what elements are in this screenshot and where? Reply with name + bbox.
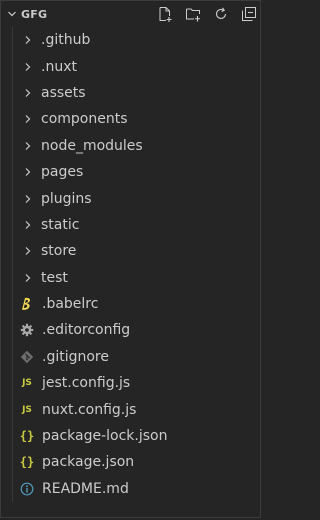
folder-label: plugins xyxy=(41,190,92,207)
chevron-right-icon xyxy=(25,36,31,45)
folder-label: pages xyxy=(41,164,84,181)
file-item-babelrc[interactable]: .babelrc xyxy=(1,290,264,318)
explorer-title: GFG xyxy=(21,7,48,21)
folder-item-assets[interactable]: assets xyxy=(1,79,264,107)
info-icon xyxy=(19,481,35,497)
refresh-icon[interactable] xyxy=(210,3,232,25)
new-file-icon[interactable] xyxy=(154,3,176,25)
chevron-right-icon xyxy=(25,115,31,124)
file-item-jest-config[interactable]: JS jest.config.js xyxy=(1,370,264,397)
git-icon xyxy=(19,349,35,365)
js-icon: JS xyxy=(22,404,32,415)
folder-label: test xyxy=(41,269,68,286)
chevron-right-icon xyxy=(25,89,31,97)
json-icon: {} xyxy=(19,429,35,444)
file-label: .gitignore xyxy=(42,348,109,365)
folder-label: assets xyxy=(41,84,86,101)
chevron-right-icon xyxy=(25,273,31,282)
chevron-right-icon xyxy=(25,194,31,203)
file-label: package-lock.json xyxy=(42,428,168,445)
explorer-panel: GFG .github .nuxt assets components node… xyxy=(0,0,261,518)
file-tree: .github .nuxt assets components node_mod… xyxy=(1,27,264,503)
folder-label: .github xyxy=(41,32,91,49)
file-item-gitignore[interactable]: .gitignore xyxy=(1,343,264,371)
js-icon: JS xyxy=(22,378,32,389)
folder-item-components[interactable]: components xyxy=(1,106,264,133)
file-label: package.json xyxy=(42,454,135,471)
file-item-editorconfig[interactable]: .editorconfig xyxy=(1,317,264,344)
chevron-down-icon[interactable] xyxy=(7,9,17,19)
folder-item-plugins[interactable]: plugins xyxy=(1,185,264,212)
file-label: README.md xyxy=(42,480,129,497)
folder-label: node_modules xyxy=(41,137,143,154)
folder-label: static xyxy=(41,216,80,233)
folder-item-test[interactable]: test xyxy=(1,264,264,291)
folder-label: components xyxy=(41,111,128,128)
chevron-right-icon xyxy=(25,220,31,229)
chevron-right-icon xyxy=(25,247,31,256)
file-item-package-lock[interactable]: {} package-lock.json xyxy=(1,422,264,450)
json-icon: {} xyxy=(19,455,35,470)
chevron-right-icon xyxy=(25,141,31,150)
chevron-right-icon xyxy=(25,168,31,177)
gear-icon xyxy=(19,322,35,338)
file-label: jest.config.js xyxy=(42,375,131,392)
chevron-right-icon xyxy=(25,62,31,71)
folder-item-node-modules[interactable]: node_modules xyxy=(1,132,264,159)
file-label: .babelrc xyxy=(42,296,99,313)
file-label: .editorconfig xyxy=(42,322,131,339)
folder-label: .nuxt xyxy=(41,58,77,75)
folder-item-nuxt[interactable]: .nuxt xyxy=(1,53,264,80)
folder-item-static[interactable]: static xyxy=(1,211,264,239)
collapse-all-icon[interactable] xyxy=(238,3,260,25)
folder-label: store xyxy=(41,243,77,260)
folder-item-github[interactable]: .github xyxy=(1,27,264,54)
file-item-package-json[interactable]: {} package.json xyxy=(1,449,264,476)
explorer-header[interactable]: GFG xyxy=(1,1,264,27)
explorer-actions xyxy=(154,3,260,25)
file-item-nuxt-config[interactable]: JS nuxt.config.js xyxy=(1,396,264,423)
babel-icon xyxy=(19,296,35,312)
new-folder-icon[interactable] xyxy=(182,3,204,25)
file-label: nuxt.config.js xyxy=(42,401,137,418)
folder-item-pages[interactable]: pages xyxy=(1,158,264,186)
file-item-readme[interactable]: README.md xyxy=(1,475,264,503)
folder-item-store[interactable]: store xyxy=(1,238,264,265)
